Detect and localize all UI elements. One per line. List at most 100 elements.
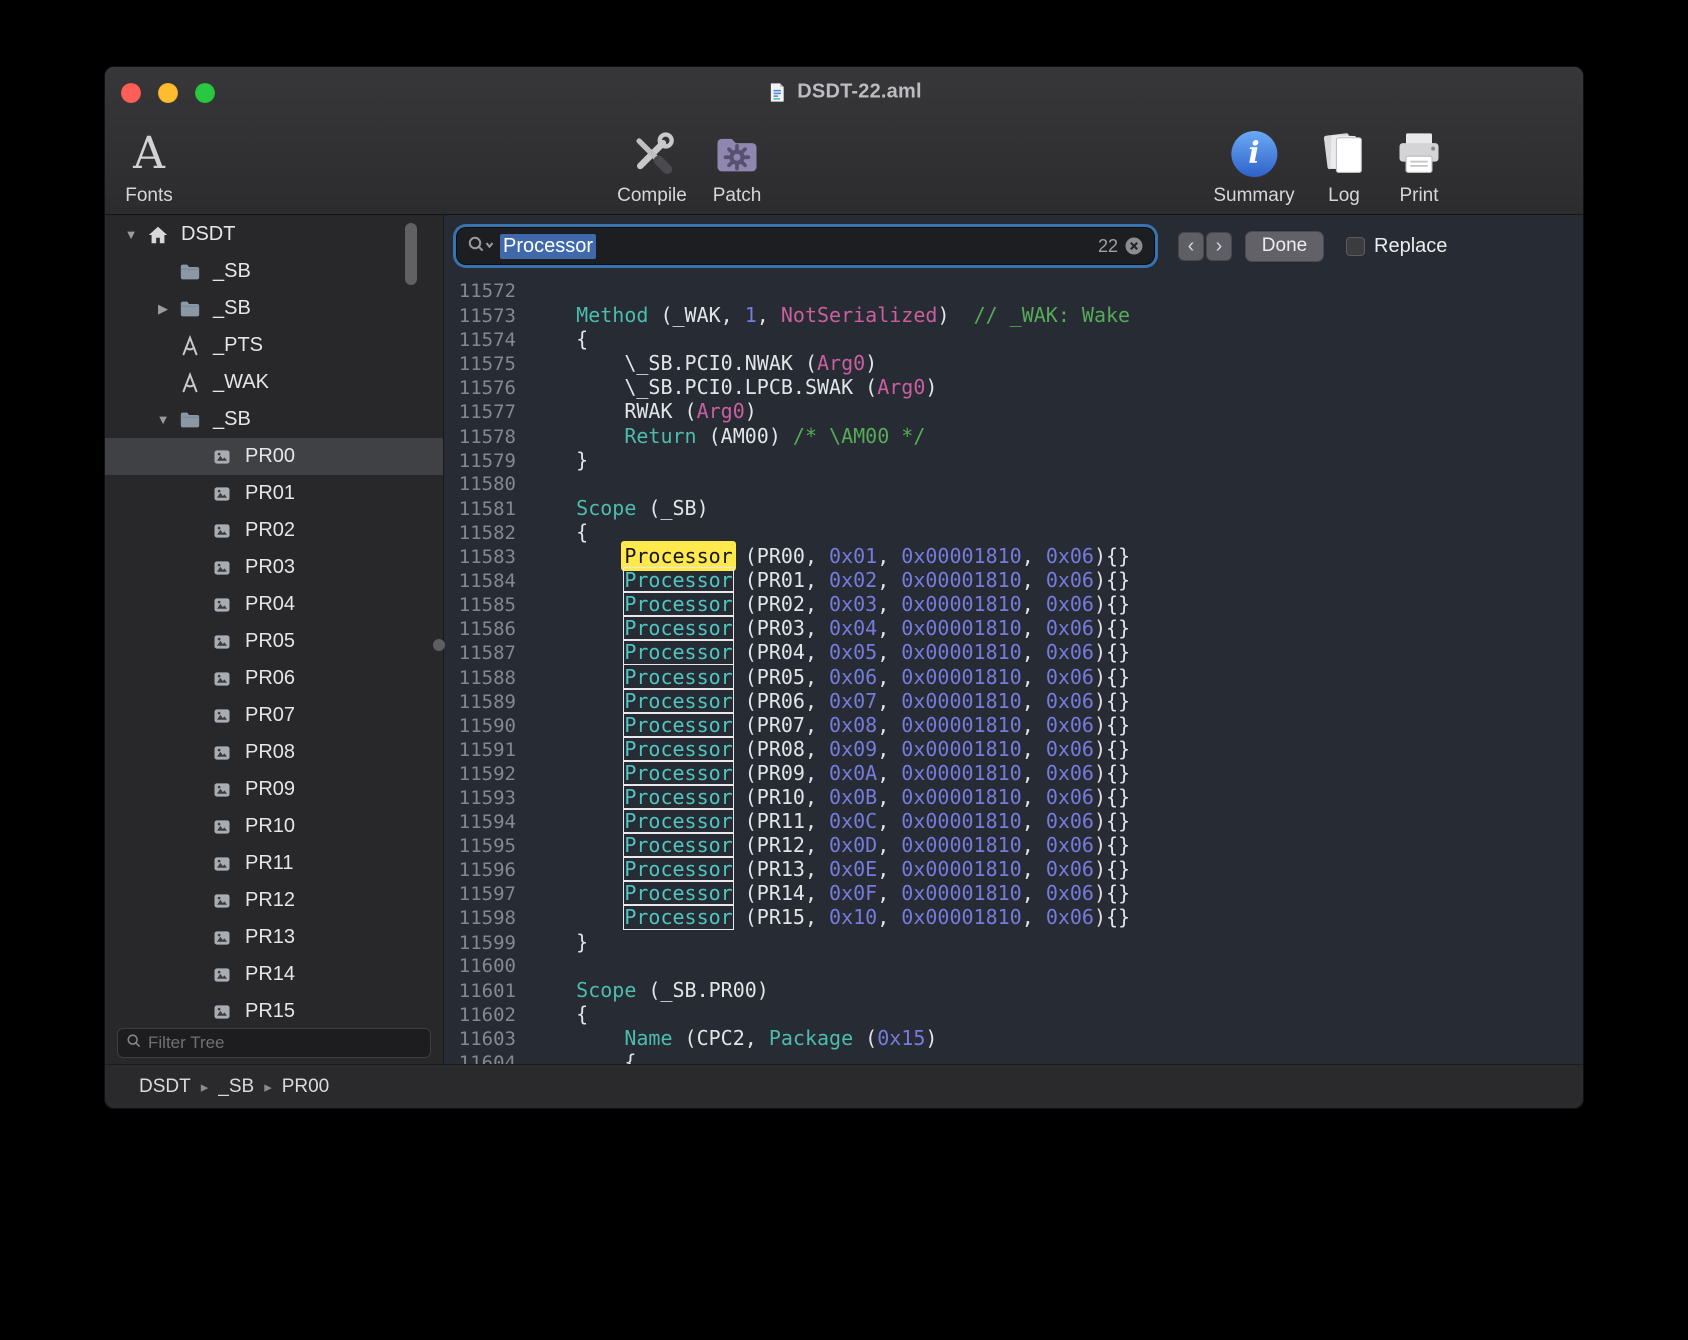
code-token: (: [853, 1026, 877, 1050]
tree-item-label: PR04: [245, 593, 295, 616]
line-number: 11583: [444, 545, 528, 569]
search-menu-icon[interactable]: [467, 235, 494, 258]
done-button[interactable]: Done: [1245, 231, 1324, 262]
code-line: 11595 Processor (PR12, 0x0D, 0x00001810,…: [444, 833, 1583, 857]
info-circle-icon: i: [1231, 125, 1277, 183]
processor-icon: [207, 521, 237, 541]
replace-checkbox[interactable]: [1346, 237, 1365, 256]
code-token: (PR02,: [733, 592, 829, 616]
code-token: 0x00001810: [901, 761, 1021, 785]
line-number: 11582: [444, 521, 528, 545]
close-window-button[interactable]: [121, 83, 141, 103]
code-token: 0x01: [829, 544, 877, 568]
code-token: (PR12,: [733, 833, 829, 857]
code-text: Processor (PR01, 0x02, 0x00001810, 0x06)…: [528, 568, 1130, 592]
folder-icon: [175, 409, 205, 431]
tree-item-sb[interactable]: ▶_SB: [105, 290, 443, 327]
tree-item-pr04[interactable]: PR04: [105, 586, 443, 623]
code-token: ): [745, 399, 757, 423]
log-button[interactable]: Log: [1318, 125, 1370, 207]
line-number: 11587: [444, 641, 528, 665]
tree-item-sb[interactable]: ▼_SB: [105, 401, 443, 438]
tree-item-pr13[interactable]: PR13: [105, 919, 443, 956]
tree-item-label: PR15: [245, 1000, 295, 1022]
tree-item-pr08[interactable]: PR08: [105, 734, 443, 771]
code-token: ,: [1022, 568, 1046, 592]
code-token: ){}: [1094, 713, 1130, 737]
breadcrumb-item[interactable]: DSDT: [139, 1076, 191, 1098]
filter-tree-input[interactable]: [148, 1033, 422, 1053]
code-token: 0x00001810: [901, 616, 1021, 640]
code-token: (_SB.PR00): [636, 978, 768, 1002]
zoom-window-button[interactable]: [195, 83, 215, 103]
code-token: ): [937, 303, 973, 327]
disclosure-down-icon[interactable]: ▼: [119, 227, 143, 242]
code-token: (PR01,: [733, 568, 829, 592]
tree-item-pr11[interactable]: PR11: [105, 845, 443, 882]
code-text: Processor (PR08, 0x09, 0x00001810, 0x06)…: [528, 737, 1130, 761]
tree-item-pr14[interactable]: PR14: [105, 956, 443, 993]
tree-item-pr00[interactable]: PR00: [105, 438, 443, 475]
clear-search-icon[interactable]: [1124, 236, 1144, 256]
tree-item-pr03[interactable]: PR03: [105, 549, 443, 586]
summary-button[interactable]: i Summary: [1213, 125, 1294, 207]
tree-item-pr10[interactable]: PR10: [105, 808, 443, 845]
tree-item-pr06[interactable]: PR06: [105, 660, 443, 697]
print-button[interactable]: Print: [1393, 125, 1445, 207]
sidebar-scrollbar-thumb[interactable]: [405, 223, 417, 285]
code-token: (PR04,: [733, 640, 829, 664]
code-line: 11593 Processor (PR10, 0x0B, 0x00001810,…: [444, 785, 1583, 809]
find-match: Processor: [624, 616, 732, 640]
code-token: 0x09: [829, 737, 877, 761]
breadcrumb-item[interactable]: _SB: [218, 1076, 254, 1098]
tree-item-label: PR08: [245, 741, 295, 764]
code-token: \_SB.PCI0.LPCB.SWAK (: [528, 375, 877, 399]
find-next-button[interactable]: ›: [1206, 232, 1232, 261]
code-line: 11602 {: [444, 1002, 1583, 1026]
code-token: ): [925, 375, 937, 399]
breadcrumb-separator: ▸: [201, 1078, 209, 1096]
tree-item-pr01[interactable]: PR01: [105, 475, 443, 512]
breadcrumb-item[interactable]: PR00: [282, 1076, 330, 1098]
patch-button[interactable]: Patch: [711, 125, 763, 207]
tree-item-pr09[interactable]: PR09: [105, 771, 443, 808]
code-token: 0x06: [1046, 713, 1094, 737]
tree-item-wak[interactable]: _WAK: [105, 364, 443, 401]
line-number: 11577: [444, 400, 528, 424]
fonts-label: Fonts: [125, 185, 173, 207]
code-token: ){}: [1094, 905, 1130, 929]
compile-button[interactable]: Compile: [617, 125, 687, 207]
code-token: ): [925, 1026, 937, 1050]
code-token: 0x06: [1046, 689, 1094, 713]
code-token: [528, 785, 624, 809]
tree-item-pr07[interactable]: PR07: [105, 697, 443, 734]
tree-item-pr02[interactable]: PR02: [105, 512, 443, 549]
find-previous-button[interactable]: ‹: [1178, 232, 1204, 261]
replace-toggle[interactable]: Replace: [1346, 235, 1447, 258]
tree-item-pr12[interactable]: PR12: [105, 882, 443, 919]
tree-item-pr15[interactable]: PR15: [105, 993, 443, 1022]
fonts-icon: A: [133, 125, 165, 183]
tree-item-pts[interactable]: _PTS: [105, 327, 443, 364]
code-token: 0x00001810: [901, 809, 1021, 833]
fonts-button[interactable]: A Fonts: [125, 125, 173, 207]
code-token: ,: [1022, 713, 1046, 737]
code-lines[interactable]: 1157211573 Method (_WAK, 1, NotSerialize…: [444, 277, 1583, 1064]
find-match: Processor: [624, 809, 732, 833]
code-token: Arg0: [817, 351, 865, 375]
code-line: 11594 Processor (PR11, 0x0C, 0x00001810,…: [444, 809, 1583, 833]
code-token: ,: [1022, 857, 1046, 881]
tree-item-dsdt[interactable]: ▼DSDT: [105, 216, 443, 253]
window-header: DSDT-22.aml A Fonts: [105, 67, 1583, 215]
tree-item-sb[interactable]: _SB: [105, 253, 443, 290]
code-token: (_SB): [636, 496, 708, 520]
tree-item-pr05[interactable]: PR05: [105, 623, 443, 660]
filter-field[interactable]: [117, 1028, 431, 1058]
disclosure-down-icon[interactable]: ▼: [151, 412, 175, 427]
find-input[interactable]: Processor 22: [457, 228, 1154, 264]
minimize-window-button[interactable]: [158, 83, 178, 103]
code-text: {: [528, 1002, 588, 1026]
title-bar[interactable]: DSDT-22.aml: [105, 67, 1583, 117]
splitter-handle[interactable]: [433, 639, 445, 651]
disclosure-right-icon[interactable]: ▶: [151, 301, 175, 317]
